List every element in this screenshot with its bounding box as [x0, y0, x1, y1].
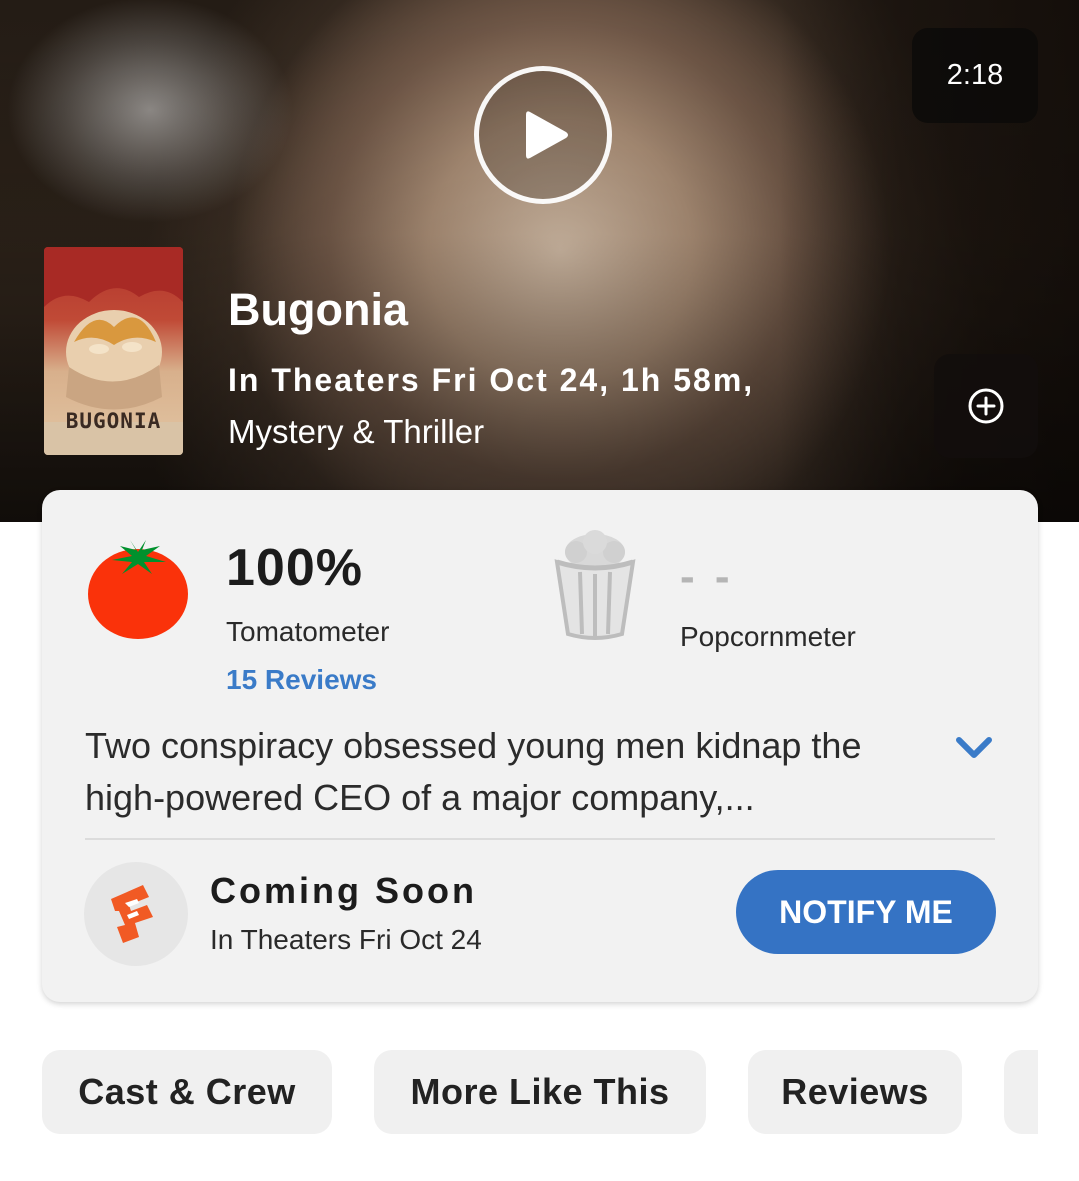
tab-more-like-this[interactable]: More Like This: [374, 1050, 706, 1134]
theater-release-date: In Theaters Fri Oct 24: [210, 924, 482, 955]
movie-release-runtime: In Theaters Fri Oct 24, 1h 58m,: [228, 362, 755, 398]
popcornmeter-score: - -: [680, 552, 734, 601]
movie-poster[interactable]: BUGONIA: [44, 247, 183, 455]
card-divider: [85, 838, 995, 840]
tomatometer-score: 100%: [226, 539, 363, 597]
trailer-hero[interactable]: 2:18 BUGONIA Bugonia In Theaters Fri Oct…: [0, 0, 1079, 522]
fandango-logo: [84, 862, 188, 966]
score-card: 100% Tomatometer 15 Reviews - - Popcornm…: [42, 490, 1038, 1002]
fandango-icon: [111, 885, 153, 943]
popcornmeter-label: Popcornmeter: [680, 621, 856, 652]
tomato-icon: [88, 540, 188, 639]
movie-title: Bugonia: [228, 284, 408, 335]
notify-me-button[interactable]: NOTIFY ME: [736, 870, 996, 954]
play-trailer-button[interactable]: [474, 66, 612, 204]
tomatometer-label: Tomatometer: [226, 616, 390, 647]
add-to-watchlist-button[interactable]: [934, 354, 1038, 458]
tab-next-partial[interactable]: [1004, 1050, 1038, 1134]
tab-cast-crew[interactable]: Cast & Crew: [42, 1050, 332, 1134]
movie-genre: Mystery & Thriller: [228, 413, 485, 450]
add-icon: [968, 388, 1004, 424]
trailer-duration-badge: 2:18: [912, 28, 1038, 123]
popcorn-icon: [554, 530, 636, 640]
chevron-down-icon[interactable]: [954, 734, 994, 762]
ticket-status: Coming Soon: [210, 870, 477, 911]
movie-page: 2:18 BUGONIA Bugonia In Theaters Fri Oct…: [0, 0, 1079, 1181]
poster-title: BUGONIA: [65, 409, 162, 433]
play-icon: [526, 111, 568, 159]
movie-synopsis[interactable]: Two conspiracy obsessed young men kidnap…: [85, 720, 945, 824]
tab-reviews[interactable]: Reviews: [748, 1050, 962, 1134]
reviews-count-link[interactable]: 15 Reviews: [226, 664, 377, 696]
